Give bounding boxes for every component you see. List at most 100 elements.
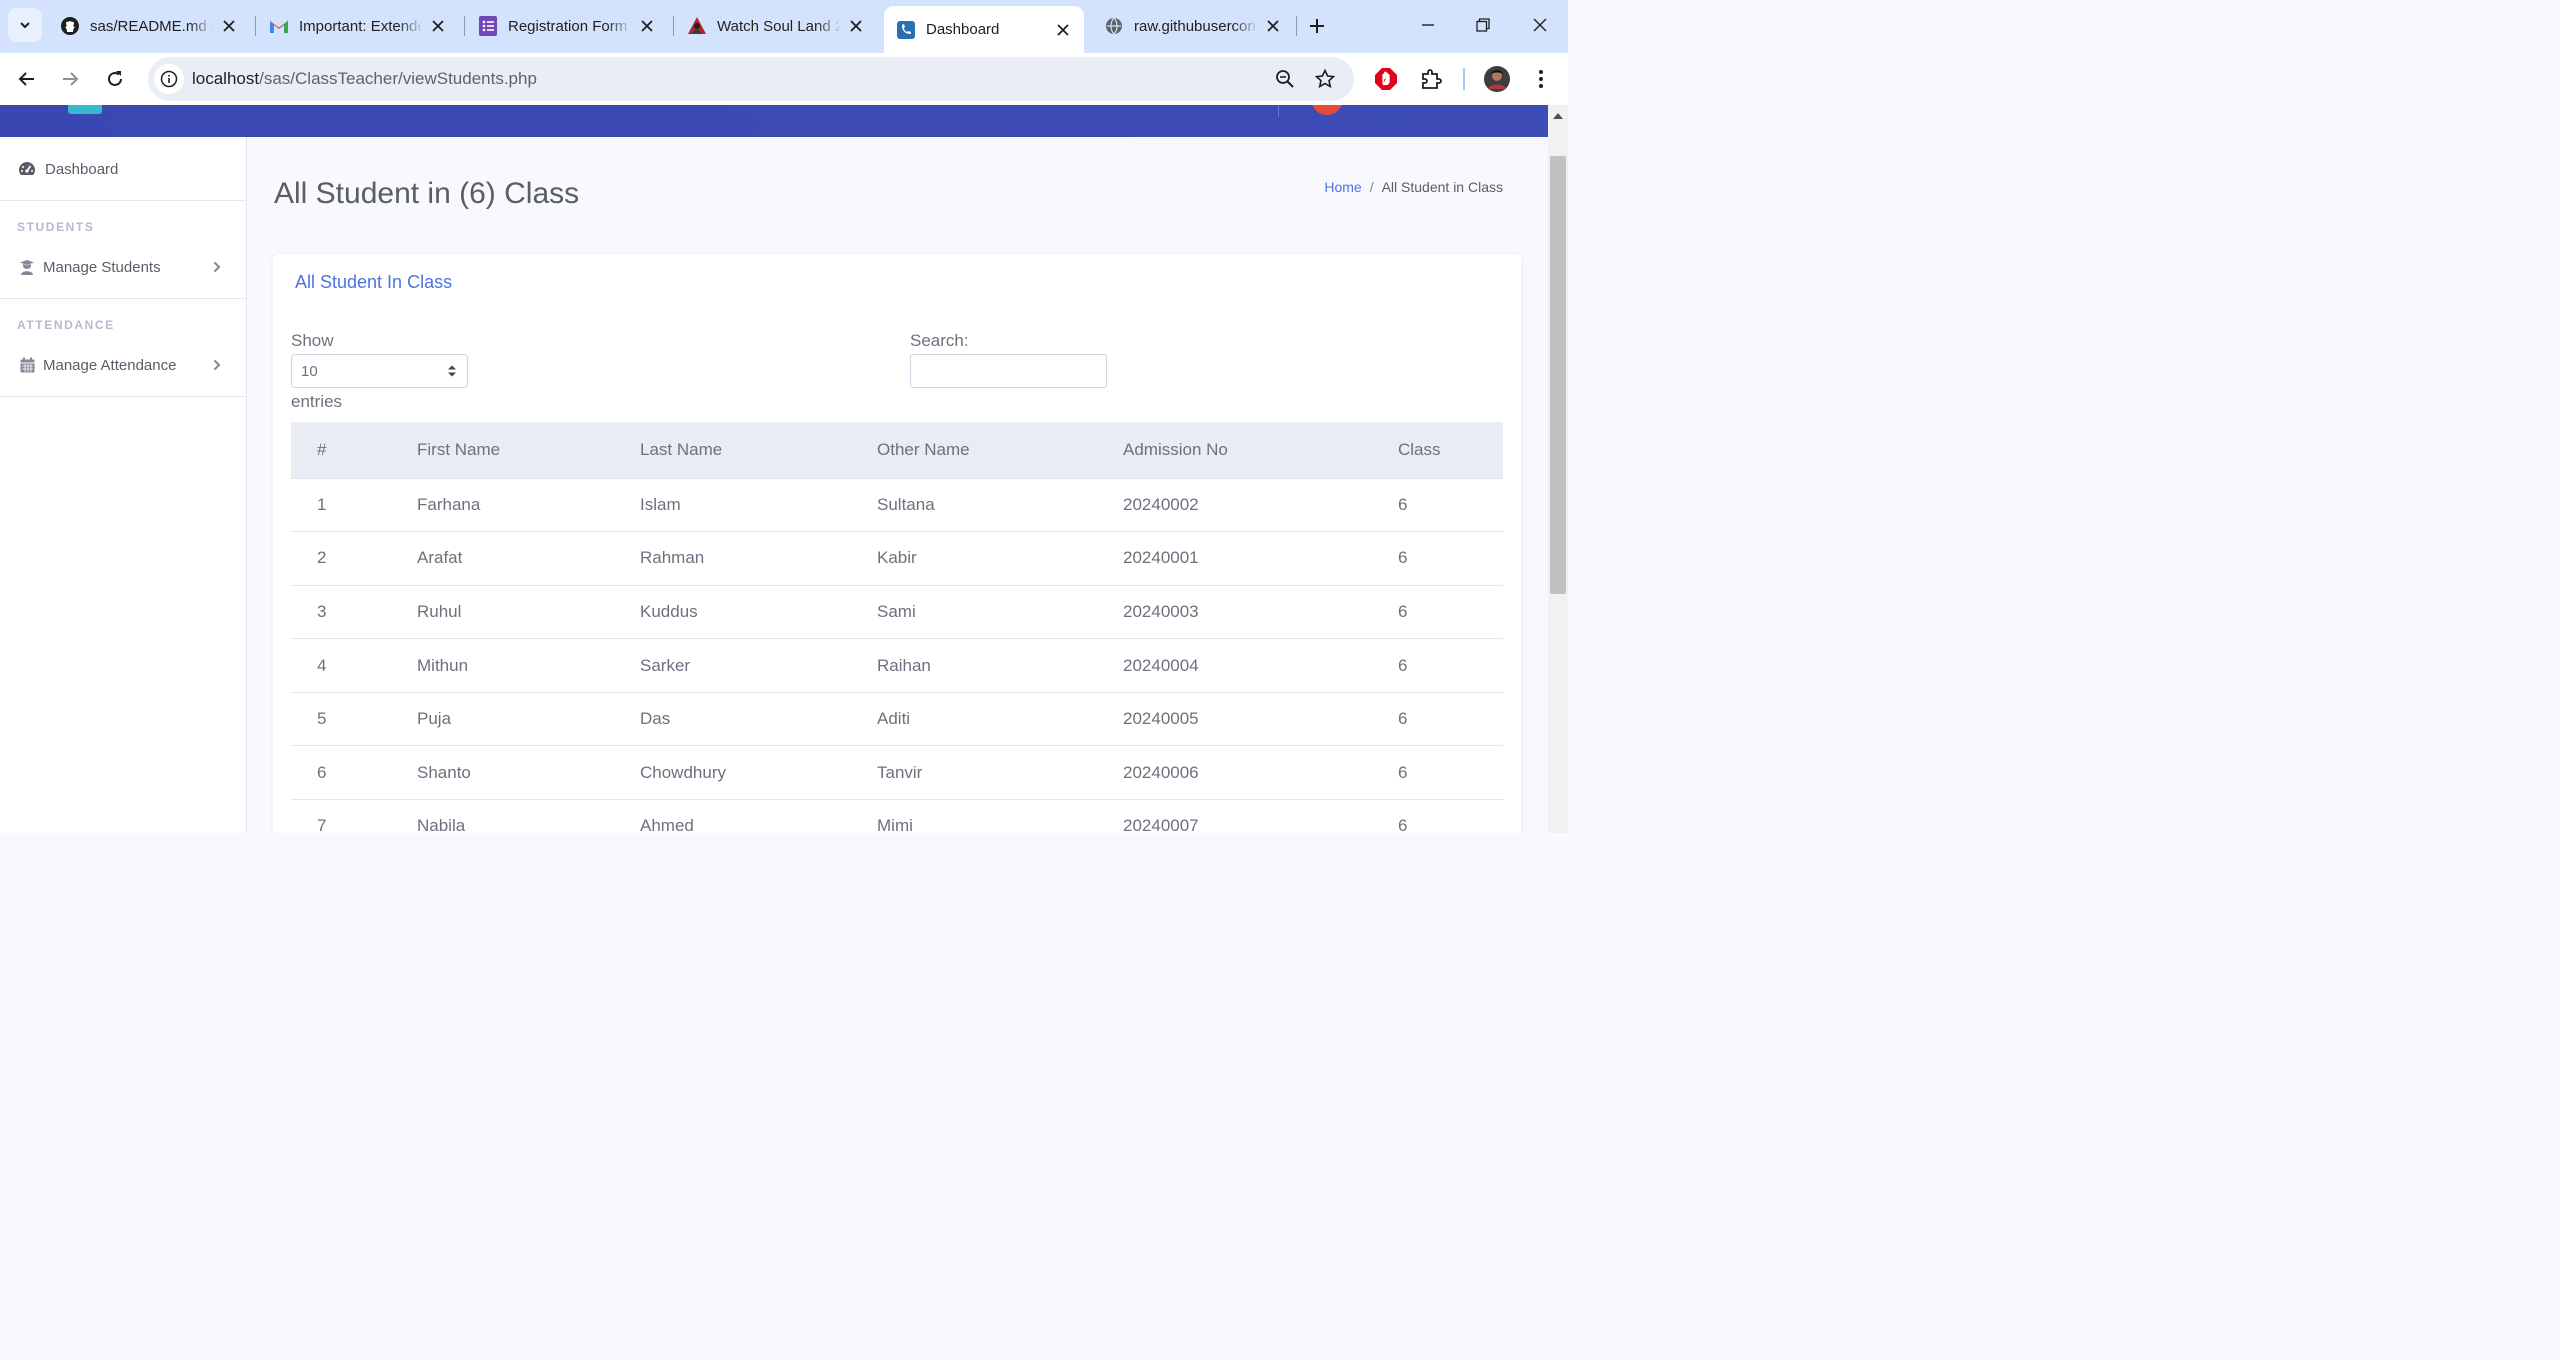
forward-button[interactable] — [53, 62, 87, 96]
cell-other-name: Aditi — [877, 692, 1123, 747]
breadcrumb-current: All Student in Class — [1381, 179, 1503, 195]
sidebar-heading-attendance: ATTENDANCE — [17, 318, 115, 332]
column-header-admission-no[interactable]: Admission No — [1123, 422, 1398, 479]
close-tab-icon[interactable] — [220, 17, 238, 35]
close-tab-icon[interactable] — [1054, 21, 1072, 39]
info-icon — [160, 70, 178, 88]
url-path: /sas/ClassTeacher/viewStudents.php — [259, 69, 537, 88]
sidebar-item-manage-attendance[interactable]: Manage Attendance — [0, 345, 246, 385]
github-icon — [60, 16, 80, 36]
zoom-out-icon — [1276, 70, 1294, 88]
minimize-icon — [1422, 24, 1434, 26]
column-header-index[interactable]: # — [291, 422, 417, 479]
cell-first-name: Farhana — [417, 478, 640, 533]
breadcrumb-home-link[interactable]: Home — [1324, 179, 1361, 195]
tab-separator — [673, 16, 674, 36]
column-header-last-name[interactable]: Last Name — [640, 422, 877, 479]
cell-index: 4 — [291, 638, 417, 693]
profile-avatar-icon — [1484, 66, 1510, 92]
column-header-other-name[interactable]: Other Name — [877, 422, 1123, 479]
extensions-button[interactable] — [1416, 64, 1446, 94]
kebab-menu-icon — [1539, 70, 1543, 88]
cell-class: 6 — [1398, 638, 1503, 693]
browser-toolbar: localhost/sas/ClassTeacher/viewStudents.… — [0, 53, 1568, 105]
cell-admission-no: 20240004 — [1123, 638, 1398, 693]
search-label: Search: — [910, 331, 969, 350]
tab-search-button[interactable] — [8, 8, 42, 42]
close-tab-icon[interactable] — [638, 17, 656, 35]
dashboard-favicon — [896, 20, 916, 40]
browser-tab-anime[interactable]: Watch Soul Land 2 — [675, 6, 877, 46]
close-tab-icon[interactable] — [429, 17, 447, 35]
puzzle-icon — [1422, 69, 1442, 89]
page-scrollbar[interactable] — [1548, 105, 1568, 833]
restore-button[interactable] — [1468, 10, 1498, 40]
browser-menu-button[interactable] — [1526, 64, 1556, 94]
browser-tab-dashboard[interactable]: Dashboard — [884, 6, 1084, 53]
scroll-up-arrow[interactable] — [1553, 113, 1563, 119]
close-window-button[interactable] — [1525, 10, 1555, 40]
sort-caret-icon — [448, 365, 456, 377]
tachometer-icon — [18, 160, 36, 178]
tab-title: raw.githubuserconte — [1134, 17, 1258, 35]
cell-admission-no: 20240005 — [1123, 692, 1398, 747]
chevron-right-icon — [210, 357, 224, 373]
site-info-button[interactable] — [154, 64, 184, 94]
table-row: 3 Ruhul Kuddus Sami 20240003 6 — [291, 585, 1503, 640]
close-tab-icon[interactable] — [1264, 17, 1282, 35]
cell-class: 6 — [1398, 745, 1503, 801]
card-title: All Student In Class — [295, 272, 453, 292]
browser-tab-forms[interactable]: Registration Form — [466, 6, 668, 46]
url-host: localhost — [192, 69, 260, 88]
entries-per-page-select[interactable]: 10 — [291, 354, 468, 388]
sidebar-item-label: Manage Students — [43, 258, 161, 276]
url-text: localhost/sas/ClassTeacher/viewStudents.… — [192, 69, 537, 89]
browser-tab-raw-github[interactable]: raw.githubuserconte — [1092, 6, 1294, 46]
gmail-icon — [269, 16, 289, 36]
cell-last-name: Ahmed — [640, 799, 877, 833]
back-button[interactable] — [10, 62, 44, 96]
navbar-divider — [1278, 105, 1279, 117]
tab-title: Important: Extende — [299, 17, 423, 35]
cell-first-name: Arafat — [417, 531, 640, 586]
browser-tab-github[interactable]: sas/README.md at — [48, 6, 250, 46]
search-input[interactable] — [910, 354, 1107, 388]
sidebar-heading-students: STUDENTS — [17, 220, 95, 234]
cell-last-name: Rahman — [640, 531, 877, 586]
cell-last-name: Sarker — [640, 638, 877, 693]
cell-class: 6 — [1398, 585, 1503, 640]
close-tab-icon[interactable] — [847, 17, 865, 35]
tab-title: Watch Soul Land 2 — [717, 17, 841, 35]
arrow-left-icon — [18, 72, 34, 86]
close-icon — [1533, 18, 1547, 32]
cell-first-name: Ruhul — [417, 585, 640, 640]
user-avatar[interactable] — [1311, 105, 1343, 115]
scrollbar-thumb[interactable] — [1550, 156, 1566, 594]
sidebar-item-dashboard[interactable]: Dashboard — [0, 149, 246, 189]
zoom-button[interactable] — [1270, 64, 1300, 94]
cell-index: 1 — [291, 478, 417, 533]
page-title: All Student in (6) Class — [274, 177, 580, 210]
sidebar-item-manage-students[interactable]: Manage Students — [0, 247, 246, 287]
tab-separator — [255, 16, 256, 36]
google-forms-icon — [478, 16, 498, 36]
browser-tab-gmail[interactable]: Important: Extende — [257, 6, 459, 46]
entries-label: entries — [291, 392, 343, 411]
star-icon — [1315, 69, 1335, 89]
table-row: 1 Farhana Islam Sultana 20240002 6 — [291, 478, 1503, 533]
cell-admission-no: 20240007 — [1123, 799, 1398, 833]
address-bar[interactable]: localhost/sas/ClassTeacher/viewStudents.… — [148, 57, 1354, 101]
minimize-button[interactable] — [1413, 10, 1443, 40]
column-header-first-name[interactable]: First Name — [417, 422, 640, 479]
page-viewport: Dashboard STUDENTS Manage Students ATTEN… — [0, 105, 1548, 833]
new-tab-button[interactable] — [1302, 11, 1332, 41]
column-header-class[interactable]: Class — [1398, 422, 1503, 479]
adblock-extension-button[interactable] — [1371, 64, 1401, 94]
plus-icon — [1310, 19, 1324, 33]
reload-button[interactable] — [98, 62, 132, 96]
tab-separator — [1296, 16, 1297, 36]
brand-logo[interactable] — [68, 105, 102, 114]
bookmark-button[interactable] — [1310, 64, 1340, 94]
profile-button[interactable] — [1482, 64, 1512, 94]
toolbar-divider — [1463, 68, 1465, 90]
